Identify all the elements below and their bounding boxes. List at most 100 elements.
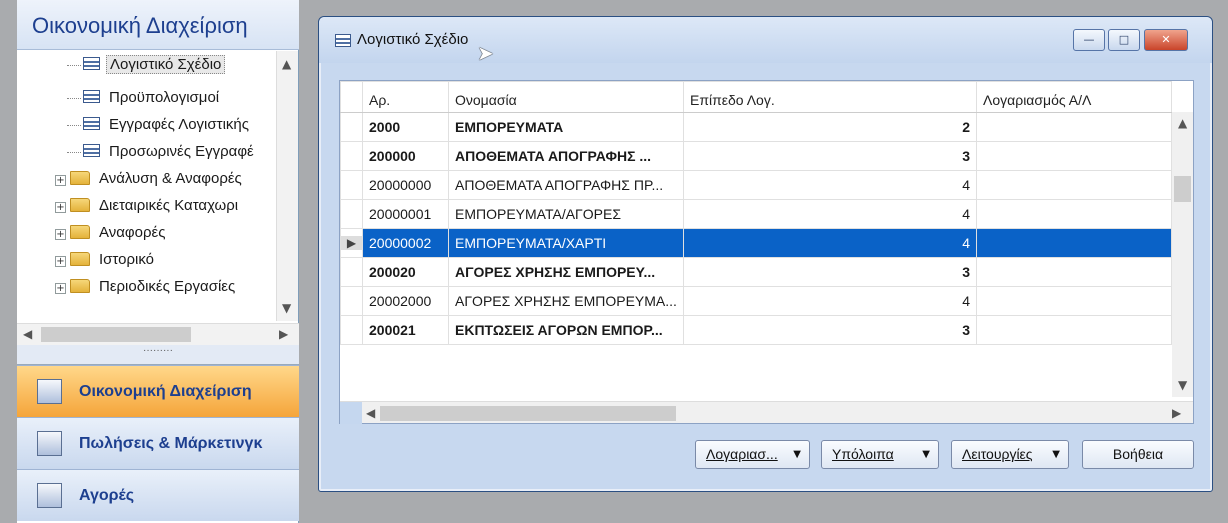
maximize-button[interactable]: □ — [1108, 29, 1140, 51]
cell-gl-account[interactable] — [976, 257, 1172, 287]
cell-name[interactable]: ΑΠΟΘΕΜΑΤΑ ΑΠΟΓΡΑΦΗΣ ... — [448, 141, 684, 171]
nav-vertical-scrollbar[interactable]: ▲ ▼ — [276, 51, 298, 321]
grid-horizontal-scrollbar[interactable]: ◀ ▶ — [340, 401, 1193, 424]
cell-no[interactable]: 200020 — [362, 257, 449, 287]
nav-horizontal-scrollbar[interactable]: ◀ ▶ — [17, 323, 299, 345]
expand-icon[interactable]: + — [55, 283, 66, 294]
cell-gl-account[interactable] — [976, 112, 1172, 142]
help-button[interactable]: Βοήθεια — [1082, 440, 1194, 469]
close-button[interactable]: ✕ — [1144, 29, 1188, 51]
scroll-right-icon[interactable]: ▶ — [1172, 406, 1181, 420]
cell-no[interactable]: 2000 — [362, 112, 449, 142]
scroll-thumb[interactable] — [1174, 176, 1191, 202]
cell-level[interactable]: 4 — [683, 228, 977, 258]
purchases-icon — [37, 483, 62, 508]
tree-item-chart-of-accounts[interactable]: Λογιστικό Σχέδιο — [67, 53, 226, 77]
cell-no[interactable]: 200021 — [362, 315, 449, 345]
row-selector[interactable] — [340, 112, 363, 142]
cell-name[interactable]: ΑΠΟΘΕΜΑΤΑ ΑΠΟΓΡΑΦΗΣ ΠΡ... — [448, 170, 684, 200]
row-selector[interactable] — [340, 170, 363, 200]
scroll-left-icon[interactable]: ◀ — [366, 406, 375, 420]
nav-button-financial-management[interactable]: Οικονομική Διαχείριση — [17, 365, 299, 417]
functions-menu-button[interactable]: Λειτουργίες ▼ — [951, 440, 1069, 469]
cell-name[interactable]: ΕΚΠΤΩΣΕΙΣ ΑΓΟΡΩΝ ΕΜΠΟΡ... — [448, 315, 684, 345]
table-row[interactable]: 2000 ΕΜΠΟΡΕΥΜΑΤΑ 2 — [340, 112, 1172, 142]
ledger-icon — [37, 379, 62, 404]
cell-level[interactable]: 3 — [683, 141, 977, 171]
nav-button-sales-marketing[interactable]: Πωλήσεις & Μάρκετινγκ — [17, 417, 299, 469]
column-header-name[interactable]: Ονομασία — [448, 81, 684, 113]
grid-vertical-scrollbar[interactable]: ▲ ▼ — [1172, 112, 1193, 397]
cell-level[interactable]: 3 — [683, 315, 977, 345]
cell-no[interactable]: 20000000 — [362, 170, 449, 200]
cell-no[interactable]: 20002000 — [362, 286, 449, 316]
window-titlebar[interactable]: Λογιστικό Σχέδιο ➤ — □ ✕ — [319, 17, 1212, 63]
tree-item-label: Προϋπολογισμοί — [109, 89, 220, 106]
tree-item-budgets[interactable]: Προϋπολογισμοί — [67, 86, 222, 110]
chart-of-accounts-window: Λογιστικό Σχέδιο ➤ — □ ✕ Αρ. Ονομασία Επ… — [318, 16, 1213, 492]
cell-level[interactable]: 4 — [683, 170, 977, 200]
pane-splitter[interactable]: ········· — [17, 345, 299, 365]
tree-item-gl-entries[interactable]: Εγγραφές Λογιστικής — [67, 113, 252, 137]
cell-name[interactable]: ΑΓΟΡΕΣ ΧΡΗΣΗΣ ΕΜΠΟΡΕΥΜΑ... — [448, 286, 684, 316]
cell-level[interactable]: 3 — [683, 257, 977, 287]
tree-item-intercompany[interactable]: + Διεταιρικές Καταχωρι — [55, 194, 241, 218]
cell-gl-account[interactable] — [976, 199, 1172, 229]
expand-icon[interactable]: + — [55, 175, 66, 186]
cell-name[interactable]: ΕΜΠΟΡΕΥΜΑΤΑ/ΑΓΟΡΕΣ — [448, 199, 684, 229]
nav-button-purchases[interactable]: Αγορές — [17, 469, 299, 521]
cell-name[interactable]: ΕΜΠΟΡΕΥΜΑΤΑ — [448, 112, 684, 142]
table-row[interactable]: 200000 ΑΠΟΘΕΜΑΤΑ ΑΠΟΓΡΑΦΗΣ ... 3 — [340, 141, 1172, 171]
table-row[interactable]: 20000001 ΕΜΠΟΡΕΥΜΑΤΑ/ΑΓΟΡΕΣ 4 — [340, 199, 1172, 229]
column-header-gl-account[interactable]: Λογαριασμός Α/Λ — [976, 81, 1172, 113]
minimize-button[interactable]: — — [1073, 29, 1105, 51]
scroll-thumb[interactable] — [41, 327, 191, 342]
table-row[interactable]: 200021 ΕΚΠΤΩΣΕΙΣ ΑΓΟΡΩΝ ΕΜΠΟΡ... 3 — [340, 315, 1172, 345]
row-selector[interactable]: ▶ — [340, 228, 363, 258]
balances-menu-button[interactable]: Υπόλοιπα ▼ — [821, 440, 939, 469]
cell-no[interactable]: 200000 — [362, 141, 449, 171]
expand-icon[interactable]: + — [55, 202, 66, 213]
cell-gl-account[interactable] — [976, 286, 1172, 316]
scroll-down-icon[interactable]: ▼ — [282, 301, 291, 315]
scroll-left-icon[interactable]: ◀ — [23, 327, 32, 341]
scroll-up-icon[interactable]: ▲ — [282, 57, 291, 71]
cell-level[interactable]: 2 — [683, 112, 977, 142]
cell-name[interactable]: ΕΜΠΟΡΕΥΜΑΤΑ/ΧΑΡΤΙ — [448, 228, 684, 258]
expand-icon[interactable]: + — [55, 256, 66, 267]
scroll-thumb[interactable] — [380, 406, 676, 421]
table-row[interactable]: ▶ 20000002 ΕΜΠΟΡΕΥΜΑΤΑ/ΧΑΡΤΙ 4 — [340, 228, 1172, 258]
tree-item-temp-entries[interactable]: Προσωρινές Εγγραφέ — [67, 140, 257, 164]
row-selector[interactable] — [340, 257, 363, 287]
cell-name[interactable]: ΑΓΟΡΕΣ ΧΡΗΣΗΣ ΕΜΠΟΡΕΥ... — [448, 257, 684, 287]
cell-no[interactable]: 20000001 — [362, 199, 449, 229]
cell-gl-account[interactable] — [976, 228, 1172, 258]
tree-item-history[interactable]: + Ιστορικό — [55, 248, 157, 272]
table-row[interactable]: 20002000 ΑΓΟΡΕΣ ΧΡΗΣΗΣ ΕΜΠΟΡΕΥΜΑ... 4 — [340, 286, 1172, 316]
scroll-down-icon[interactable]: ▼ — [1178, 378, 1187, 392]
tree-item-reports[interactable]: + Αναφορές — [55, 221, 168, 245]
row-selector[interactable] — [340, 286, 363, 316]
cell-gl-account[interactable] — [976, 170, 1172, 200]
account-menu-button[interactable]: Λογαριασ... ▼ — [695, 440, 810, 469]
column-header-no[interactable]: Αρ. — [362, 81, 449, 113]
table-row[interactable]: 200020 ΑΓΟΡΕΣ ΧΡΗΣΗΣ ΕΜΠΟΡΕΥ... 3 — [340, 257, 1172, 287]
tree-item-periodic-activities[interactable]: + Περιοδικές Εργασίες — [55, 275, 238, 299]
scroll-right-icon[interactable]: ▶ — [279, 327, 288, 341]
tree-item-analysis-reports[interactable]: + Ανάλυση & Αναφορές — [55, 167, 245, 191]
expand-icon[interactable]: + — [55, 229, 66, 240]
cell-gl-account[interactable] — [976, 141, 1172, 171]
row-selector[interactable] — [340, 141, 363, 171]
folder-icon — [70, 252, 90, 266]
nav-button-label: Πωλήσεις & Μάρκετινγκ — [79, 435, 263, 452]
cell-gl-account[interactable] — [976, 315, 1172, 345]
cell-no[interactable]: 20000002 — [362, 228, 449, 258]
column-header-level[interactable]: Επίπεδο Λογ. — [683, 81, 977, 113]
cell-level[interactable]: 4 — [683, 286, 977, 316]
scroll-up-icon[interactable]: ▲ — [1178, 116, 1187, 130]
dropdown-arrow-icon: ▼ — [922, 449, 930, 460]
row-selector[interactable] — [340, 315, 363, 345]
table-row[interactable]: 20000000 ΑΠΟΘΕΜΑΤΑ ΑΠΟΓΡΑΦΗΣ ΠΡ... 4 — [340, 170, 1172, 200]
cell-level[interactable]: 4 — [683, 199, 977, 229]
row-selector[interactable] — [340, 199, 363, 229]
